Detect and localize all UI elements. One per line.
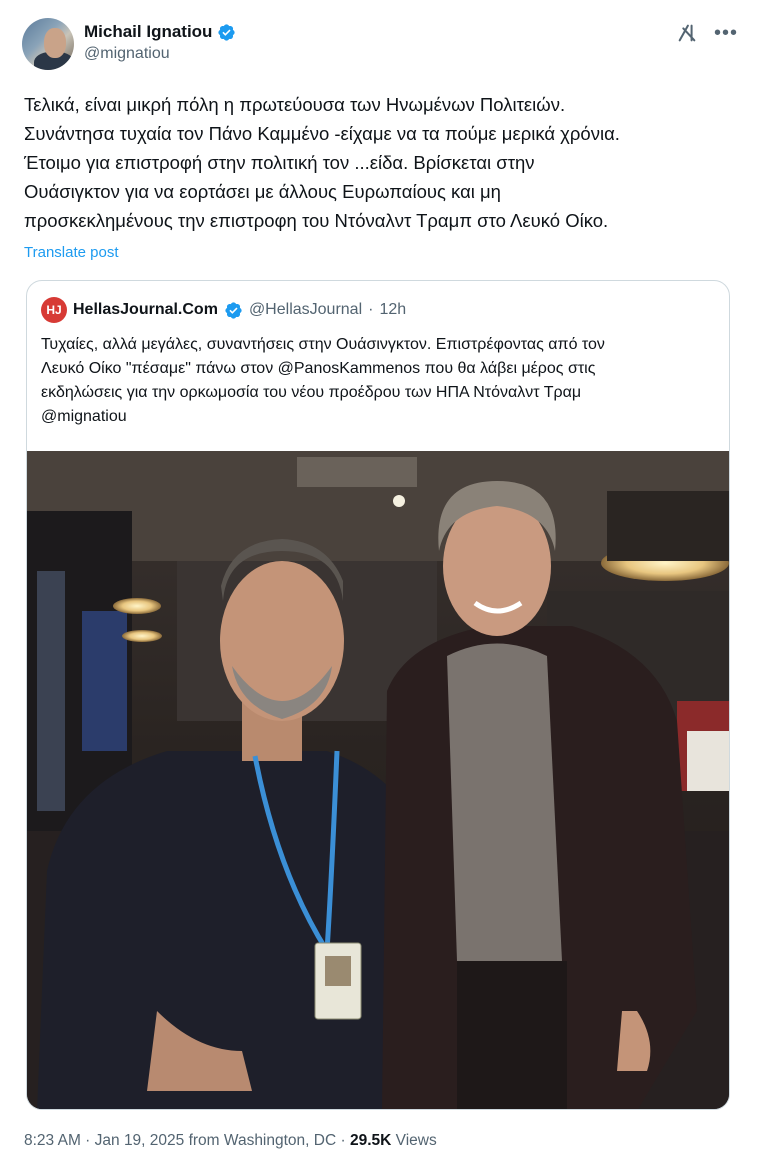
header-actions: ••• bbox=[676, 18, 738, 44]
quote-text-line: εκδηλώσεις για την ορκωμοσία του νέου πρ… bbox=[41, 384, 582, 401]
quote-text-line: Λευκό Οίκο "πέσαμε" πάνω στον @PanosKamm… bbox=[41, 360, 596, 377]
quoted-post-photo[interactable] bbox=[27, 451, 729, 1109]
more-icon[interactable]: ••• bbox=[714, 23, 738, 43]
post-footer: 8:23 AM · Jan 19, 2025 from Washington, … bbox=[24, 1132, 437, 1150]
photo-illustration bbox=[27, 451, 729, 1109]
post-text-line: Τελικά, είναι μικρή πόλη η πρωτεύουσα τω… bbox=[24, 94, 566, 115]
avatar-face bbox=[44, 28, 66, 58]
quote-time[interactable]: 12h bbox=[379, 301, 406, 319]
author-names: Michail Ignatiou @mignatiou bbox=[84, 18, 236, 63]
quote-text-line: Τυχαίες, αλλά μεγάλες, συναντήσεις στην … bbox=[41, 336, 605, 353]
left-curtain bbox=[37, 571, 65, 811]
quote-handle[interactable]: @HellasJournal bbox=[249, 301, 362, 319]
right-man-trousers bbox=[457, 961, 567, 1109]
post-text-line: Ουάσιγκτον για να εορτάσει με άλλους Ευρ… bbox=[24, 181, 501, 202]
verified-badge-icon bbox=[218, 23, 236, 41]
post-header: Michail Ignatiou @mignatiou ••• bbox=[22, 18, 738, 74]
ceiling-light bbox=[393, 495, 405, 507]
right-man-turtleneck bbox=[447, 643, 562, 961]
post-text-line: Έτοιμο για επιστροφή στην πολιτική τον .… bbox=[24, 152, 535, 173]
ceiling-vent bbox=[297, 457, 417, 487]
post-text-line: προσκεκλημένους την επιστροφη του Ντόναλ… bbox=[24, 210, 609, 231]
author-handle[interactable]: @mignatiou bbox=[84, 45, 236, 63]
chandelier bbox=[113, 598, 161, 614]
chandelier-shade bbox=[607, 491, 729, 561]
post-text-line: Συνάντησα τυχαία τον Πάνο Καμμένο -είχαμ… bbox=[24, 123, 620, 144]
chandelier bbox=[122, 630, 162, 642]
translate-post-link[interactable]: Translate post bbox=[24, 244, 119, 261]
grok-icon[interactable] bbox=[676, 22, 698, 44]
quote-text-line: @mignatiou bbox=[41, 408, 127, 425]
hellasjournal-logo[interactable]: HJ bbox=[41, 297, 67, 323]
verified-badge-icon bbox=[225, 301, 242, 319]
id-badge-photo bbox=[325, 956, 351, 986]
quote-display-name[interactable]: HellasJournal.Com bbox=[73, 301, 218, 319]
table-cloth bbox=[687, 731, 729, 791]
post-text: Τελικά, είναι μικρή πόλη η πρωτεύουσα τω… bbox=[24, 90, 740, 235]
author-display-name[interactable]: Michail Ignatiou bbox=[84, 22, 212, 42]
quoted-post[interactable]: HJ HellasJournal.Com @HellasJournal · 12… bbox=[26, 280, 730, 1110]
views-count: 29.5K bbox=[349, 1132, 392, 1149]
post-timestamp[interactable]: 8:23 AM · Jan 19, 2025 from Washington, … bbox=[24, 1132, 350, 1149]
display-name-row: Michail Ignatiou bbox=[84, 22, 236, 42]
quote-text: Τυχαίες, αλλά μεγάλες, συναντήσεις στην … bbox=[41, 333, 721, 429]
quote-separator: · bbox=[368, 301, 374, 318]
author-avatar[interactable] bbox=[22, 18, 74, 70]
left-window bbox=[82, 611, 127, 751]
left-man-face bbox=[220, 561, 344, 721]
quote-header: HJ HellasJournal.Com @HellasJournal · 12… bbox=[41, 297, 406, 323]
views-label: Views bbox=[391, 1132, 437, 1149]
